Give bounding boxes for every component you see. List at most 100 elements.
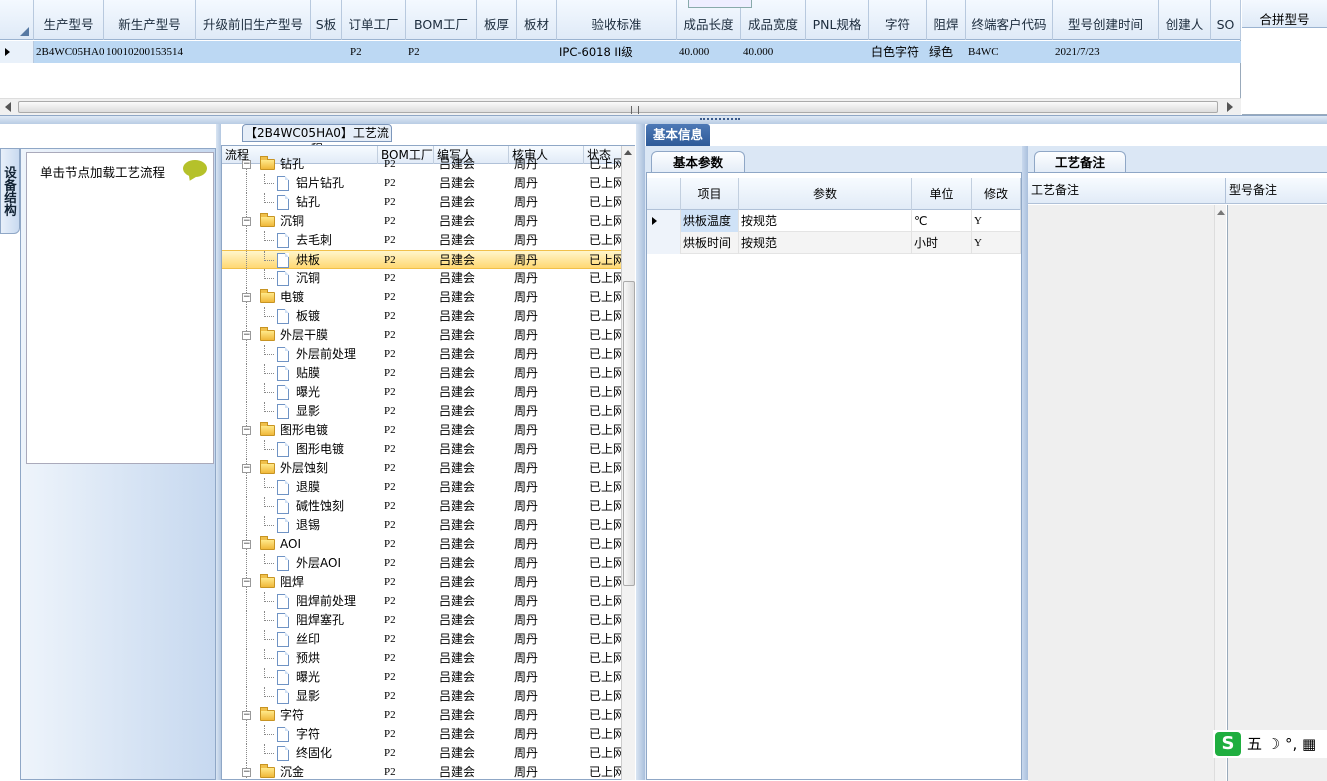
tab-basic-info[interactable]: 基本信息 xyxy=(646,124,710,146)
scroll-right-arrow-icon[interactable] xyxy=(1227,102,1233,112)
tree-step-row[interactable]: 烘板 P2 吕建会 周丹 已上网 xyxy=(222,250,622,270)
notes-col-process[interactable]: 工艺备注 xyxy=(1028,178,1226,204)
select-all-corner[interactable] xyxy=(0,0,34,40)
cell-old-model[interactable] xyxy=(196,41,311,63)
tree-folder-row[interactable]: − 沉金 P2 吕建会 周丹 已上网 xyxy=(222,763,622,779)
param-col-modify[interactable]: 修改 xyxy=(972,178,1021,210)
collapse-toggle-icon[interactable]: − xyxy=(242,711,251,720)
param-item[interactable]: 烘板温度 xyxy=(681,210,739,232)
param-col-unit[interactable]: 单位 xyxy=(912,178,972,210)
col-header-create-time[interactable]: 型号创建时间 xyxy=(1053,0,1159,40)
cell-bom-factory[interactable]: P2 xyxy=(406,41,477,63)
tree-step-row[interactable]: 退锡 P2 吕建会 周丹 已上网 xyxy=(222,516,622,535)
ime-toolbar[interactable]: S 五 ☽ °, ▦ xyxy=(1213,730,1327,758)
model-notes-area[interactable] xyxy=(1227,205,1327,781)
tree-step-row[interactable]: 曝光 P2 吕建会 周丹 已上网 xyxy=(222,383,622,402)
cell-thickness[interactable] xyxy=(477,41,517,63)
tree-folder-row[interactable]: − 外层干膜 P2 吕建会 周丹 已上网 xyxy=(222,326,622,345)
param-modify[interactable]: Y xyxy=(972,210,1021,232)
col-header-s-board[interactable]: S板 xyxy=(311,0,342,40)
merged-model-header[interactable]: 合拼型号 xyxy=(1242,0,1327,28)
cell-solder-mask[interactable]: 绿色 xyxy=(927,41,966,63)
process-notes-area[interactable] xyxy=(1028,205,1214,781)
cell-acceptance-standard[interactable]: IPC-6018 II级 xyxy=(557,41,677,63)
scroll-left-arrow-icon[interactable] xyxy=(5,102,11,112)
panel-tab-stub[interactable] xyxy=(688,0,752,8)
col-header-product-model[interactable]: 生产型号 xyxy=(34,0,104,40)
row-indicator[interactable] xyxy=(0,41,34,63)
param-col-value[interactable]: 参数 xyxy=(739,178,912,210)
col-header-thickness[interactable]: 板厚 xyxy=(477,0,517,40)
ime-logo-icon[interactable]: S xyxy=(1215,732,1241,756)
tree-step-row[interactable]: 钻孔 P2 吕建会 周丹 已上网 xyxy=(222,193,622,212)
tree-step-row[interactable]: 板镀 P2 吕建会 周丹 已上网 xyxy=(222,307,622,326)
tree-folder-row[interactable]: − 外层蚀刻 P2 吕建会 周丹 已上网 xyxy=(222,459,622,478)
col-header-order-factory[interactable]: 订单工厂 xyxy=(342,0,406,40)
param-value[interactable]: 按规范 xyxy=(739,210,912,232)
col-header-bom-factory[interactable]: BOM工厂 xyxy=(406,0,477,40)
cell-pnl-spec[interactable] xyxy=(806,41,869,63)
cell-legend[interactable]: 白色字符 xyxy=(869,41,927,63)
tree-step-row[interactable]: 终固化 P2 吕建会 周丹 已上网 xyxy=(222,744,622,763)
cell-length[interactable]: 40.000 xyxy=(677,41,741,63)
tree-step-row[interactable]: 退膜 P2 吕建会 周丹 已上网 xyxy=(222,478,622,497)
collapse-toggle-icon[interactable]: − xyxy=(242,217,251,226)
col-header-legend[interactable]: 字符 xyxy=(869,0,927,40)
notes-scrollbar[interactable] xyxy=(1214,205,1226,781)
collapse-toggle-icon[interactable]: − xyxy=(242,426,251,435)
cell-customer-code[interactable]: B4WC xyxy=(966,41,1053,63)
col-header-new-model[interactable]: 新生产型号 xyxy=(104,0,196,40)
cell-material[interactable] xyxy=(517,41,557,63)
param-row-indicator[interactable] xyxy=(647,210,681,232)
tree-folder-row[interactable]: − 沉铜 P2 吕建会 周丹 已上网 xyxy=(222,212,622,231)
tree-step-row[interactable]: 显影 P2 吕建会 周丹 已上网 xyxy=(222,402,622,421)
tree-folder-row[interactable]: − 阻焊 P2 吕建会 周丹 已上网 xyxy=(222,573,622,592)
cell-create-time[interactable]: 2021/7/23 xyxy=(1053,41,1159,63)
param-item[interactable]: 烘板时间 xyxy=(681,232,739,254)
tree-step-row[interactable]: 丝印 P2 吕建会 周丹 已上网 xyxy=(222,630,622,649)
col-header-creator[interactable]: 创建人 xyxy=(1159,0,1211,40)
tab-process-notes[interactable]: 工艺备注 xyxy=(1034,151,1126,173)
col-header-old-model[interactable]: 升级前旧生产型号 xyxy=(196,0,311,40)
cell-so[interactable] xyxy=(1211,41,1241,63)
col-header-so[interactable]: SO xyxy=(1211,0,1241,40)
product-row[interactable]: 2B4WC05HA0 10010200153514 P2 P2 IPC-6018… xyxy=(34,41,1241,63)
tree-step-row[interactable]: 阻焊塞孔 P2 吕建会 周丹 已上网 xyxy=(222,611,622,630)
tree-step-row[interactable]: 阻焊前处理 P2 吕建会 周丹 已上网 xyxy=(222,592,622,611)
scroll-up-arrow-icon[interactable] xyxy=(624,150,632,155)
scroll-thumb[interactable] xyxy=(18,101,1218,114)
tab-equipment-structure[interactable]: 设备结构 xyxy=(0,148,20,234)
collapse-toggle-icon[interactable]: − xyxy=(242,331,251,340)
cell-product-model[interactable]: 2B4WC05HA0 xyxy=(34,41,104,63)
param-modify[interactable]: Y xyxy=(972,232,1021,254)
horizontal-scrollbar[interactable] xyxy=(0,98,1241,115)
tree-folder-row[interactable]: − 电镀 P2 吕建会 周丹 已上网 xyxy=(222,288,622,307)
param-row[interactable]: 烘板温度 按规范 ℃ Y xyxy=(647,210,1021,232)
tree-folder-row[interactable]: − 钻孔 P2 吕建会 周丹 已上网 xyxy=(222,155,622,174)
tree-vertical-scrollbar[interactable] xyxy=(621,146,635,780)
collapse-toggle-icon[interactable]: − xyxy=(242,160,251,169)
tab-basic-params[interactable]: 基本参数 xyxy=(651,151,745,173)
notes-col-model[interactable]: 型号备注 xyxy=(1226,178,1327,204)
tree-step-row[interactable]: 去毛刺 P2 吕建会 周丹 已上网 xyxy=(222,231,622,250)
cell-creator[interactable] xyxy=(1159,41,1211,63)
col-header-pnl-spec[interactable]: PNL规格 xyxy=(806,0,869,40)
tree-folder-row[interactable]: − 图形电镀 P2 吕建会 周丹 已上网 xyxy=(222,421,622,440)
tree-step-row[interactable]: 显影 P2 吕建会 周丹 已上网 xyxy=(222,687,622,706)
tree-step-row[interactable]: 铝片钻孔 P2 吕建会 周丹 已上网 xyxy=(222,174,622,193)
cell-width[interactable]: 40.000 xyxy=(741,41,806,63)
tree-step-row[interactable]: 沉铜 P2 吕建会 周丹 已上网 xyxy=(222,269,622,288)
ime-status[interactable]: 五 ☽ °, ▦ xyxy=(1247,730,1316,758)
param-unit[interactable]: 小时 xyxy=(912,232,972,254)
vertical-splitter-middle[interactable] xyxy=(636,124,645,780)
tree-step-row[interactable]: 外层前处理 P2 吕建会 周丹 已上网 xyxy=(222,345,622,364)
tree-folder-row[interactable]: − AOI P2 吕建会 周丹 已上网 xyxy=(222,535,622,554)
collapse-toggle-icon[interactable]: − xyxy=(242,540,251,549)
tree-step-row[interactable]: 图形电镀 P2 吕建会 周丹 已上网 xyxy=(222,440,622,459)
col-header-customer-code[interactable]: 终端客户代码 xyxy=(966,0,1053,40)
collapse-toggle-icon[interactable]: − xyxy=(242,578,251,587)
col-header-material[interactable]: 板材 xyxy=(517,0,557,40)
tree-step-row[interactable]: 字符 P2 吕建会 周丹 已上网 xyxy=(222,725,622,744)
tree-scroll-thumb[interactable] xyxy=(623,281,635,586)
cell-s-board[interactable] xyxy=(311,41,342,63)
